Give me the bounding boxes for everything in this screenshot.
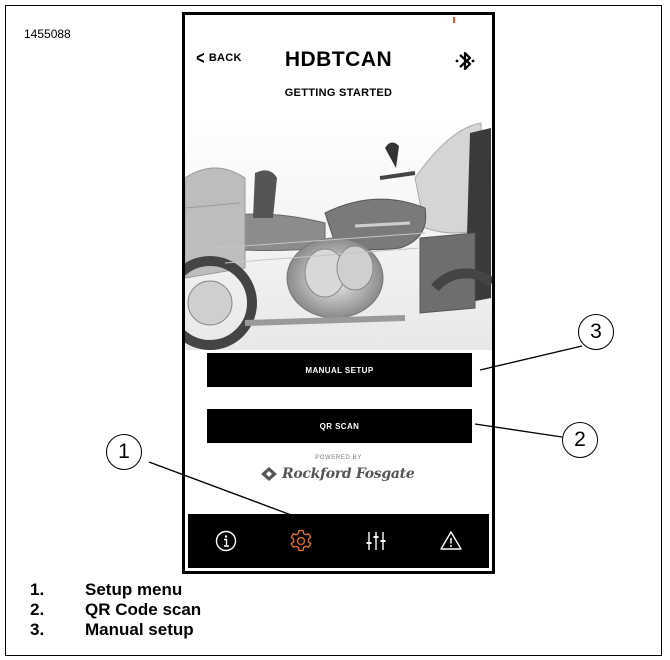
legend-item: 3. Manual setup — [30, 620, 201, 640]
brand-mark-icon — [261, 467, 277, 481]
callout-1: 1 — [106, 434, 142, 470]
powered-by-label: POWERED BY — [315, 455, 362, 461]
figure-id: 1455088 — [24, 27, 71, 41]
tab-alerts[interactable] — [431, 521, 471, 561]
page-subtitle: GETTING STARTED — [284, 87, 393, 99]
sliders-icon — [366, 532, 386, 550]
legend-label: QR Code scan — [85, 600, 202, 619]
tab-info[interactable] — [206, 521, 246, 561]
legend-item: 2. QR Code scan — [30, 600, 201, 620]
legend-item: 1. Setup menu — [30, 580, 201, 600]
app-title: HDBTCAN — [284, 48, 393, 71]
motorcycle-image — [185, 118, 492, 350]
callout-2: 2 — [562, 422, 598, 458]
legend-label: Manual setup — [85, 620, 194, 639]
tab-setup[interactable] — [281, 521, 321, 561]
manual-setup-button[interactable]: MANUAL SETUP — [207, 353, 472, 387]
status-indicator — [453, 17, 455, 23]
bottom-tab-bar — [188, 514, 489, 568]
callout-3: 3 — [578, 314, 614, 350]
tab-adjust[interactable] — [356, 521, 396, 561]
gear-icon — [290, 529, 312, 552]
legend-number: 1. — [30, 580, 45, 599]
bluetooth-icon[interactable] — [454, 49, 476, 73]
legend-number: 2. — [30, 600, 45, 619]
legend-label: Setup menu — [85, 580, 183, 599]
brand-logo: Rockford Fosgate — [260, 463, 420, 485]
qr-scan-button[interactable]: QR SCAN — [207, 409, 472, 443]
warning-icon — [440, 531, 463, 550]
legend: 1. Setup menu 2. QR Code scan 3. Manual … — [30, 580, 201, 640]
legend-number: 3. — [30, 620, 45, 639]
info-icon — [215, 530, 236, 552]
brand-name: Rockford Fosgate — [282, 466, 415, 482]
phone-screen: < BACK HDBTCAN GETTING STARTED MANUAL SE… — [182, 12, 495, 574]
